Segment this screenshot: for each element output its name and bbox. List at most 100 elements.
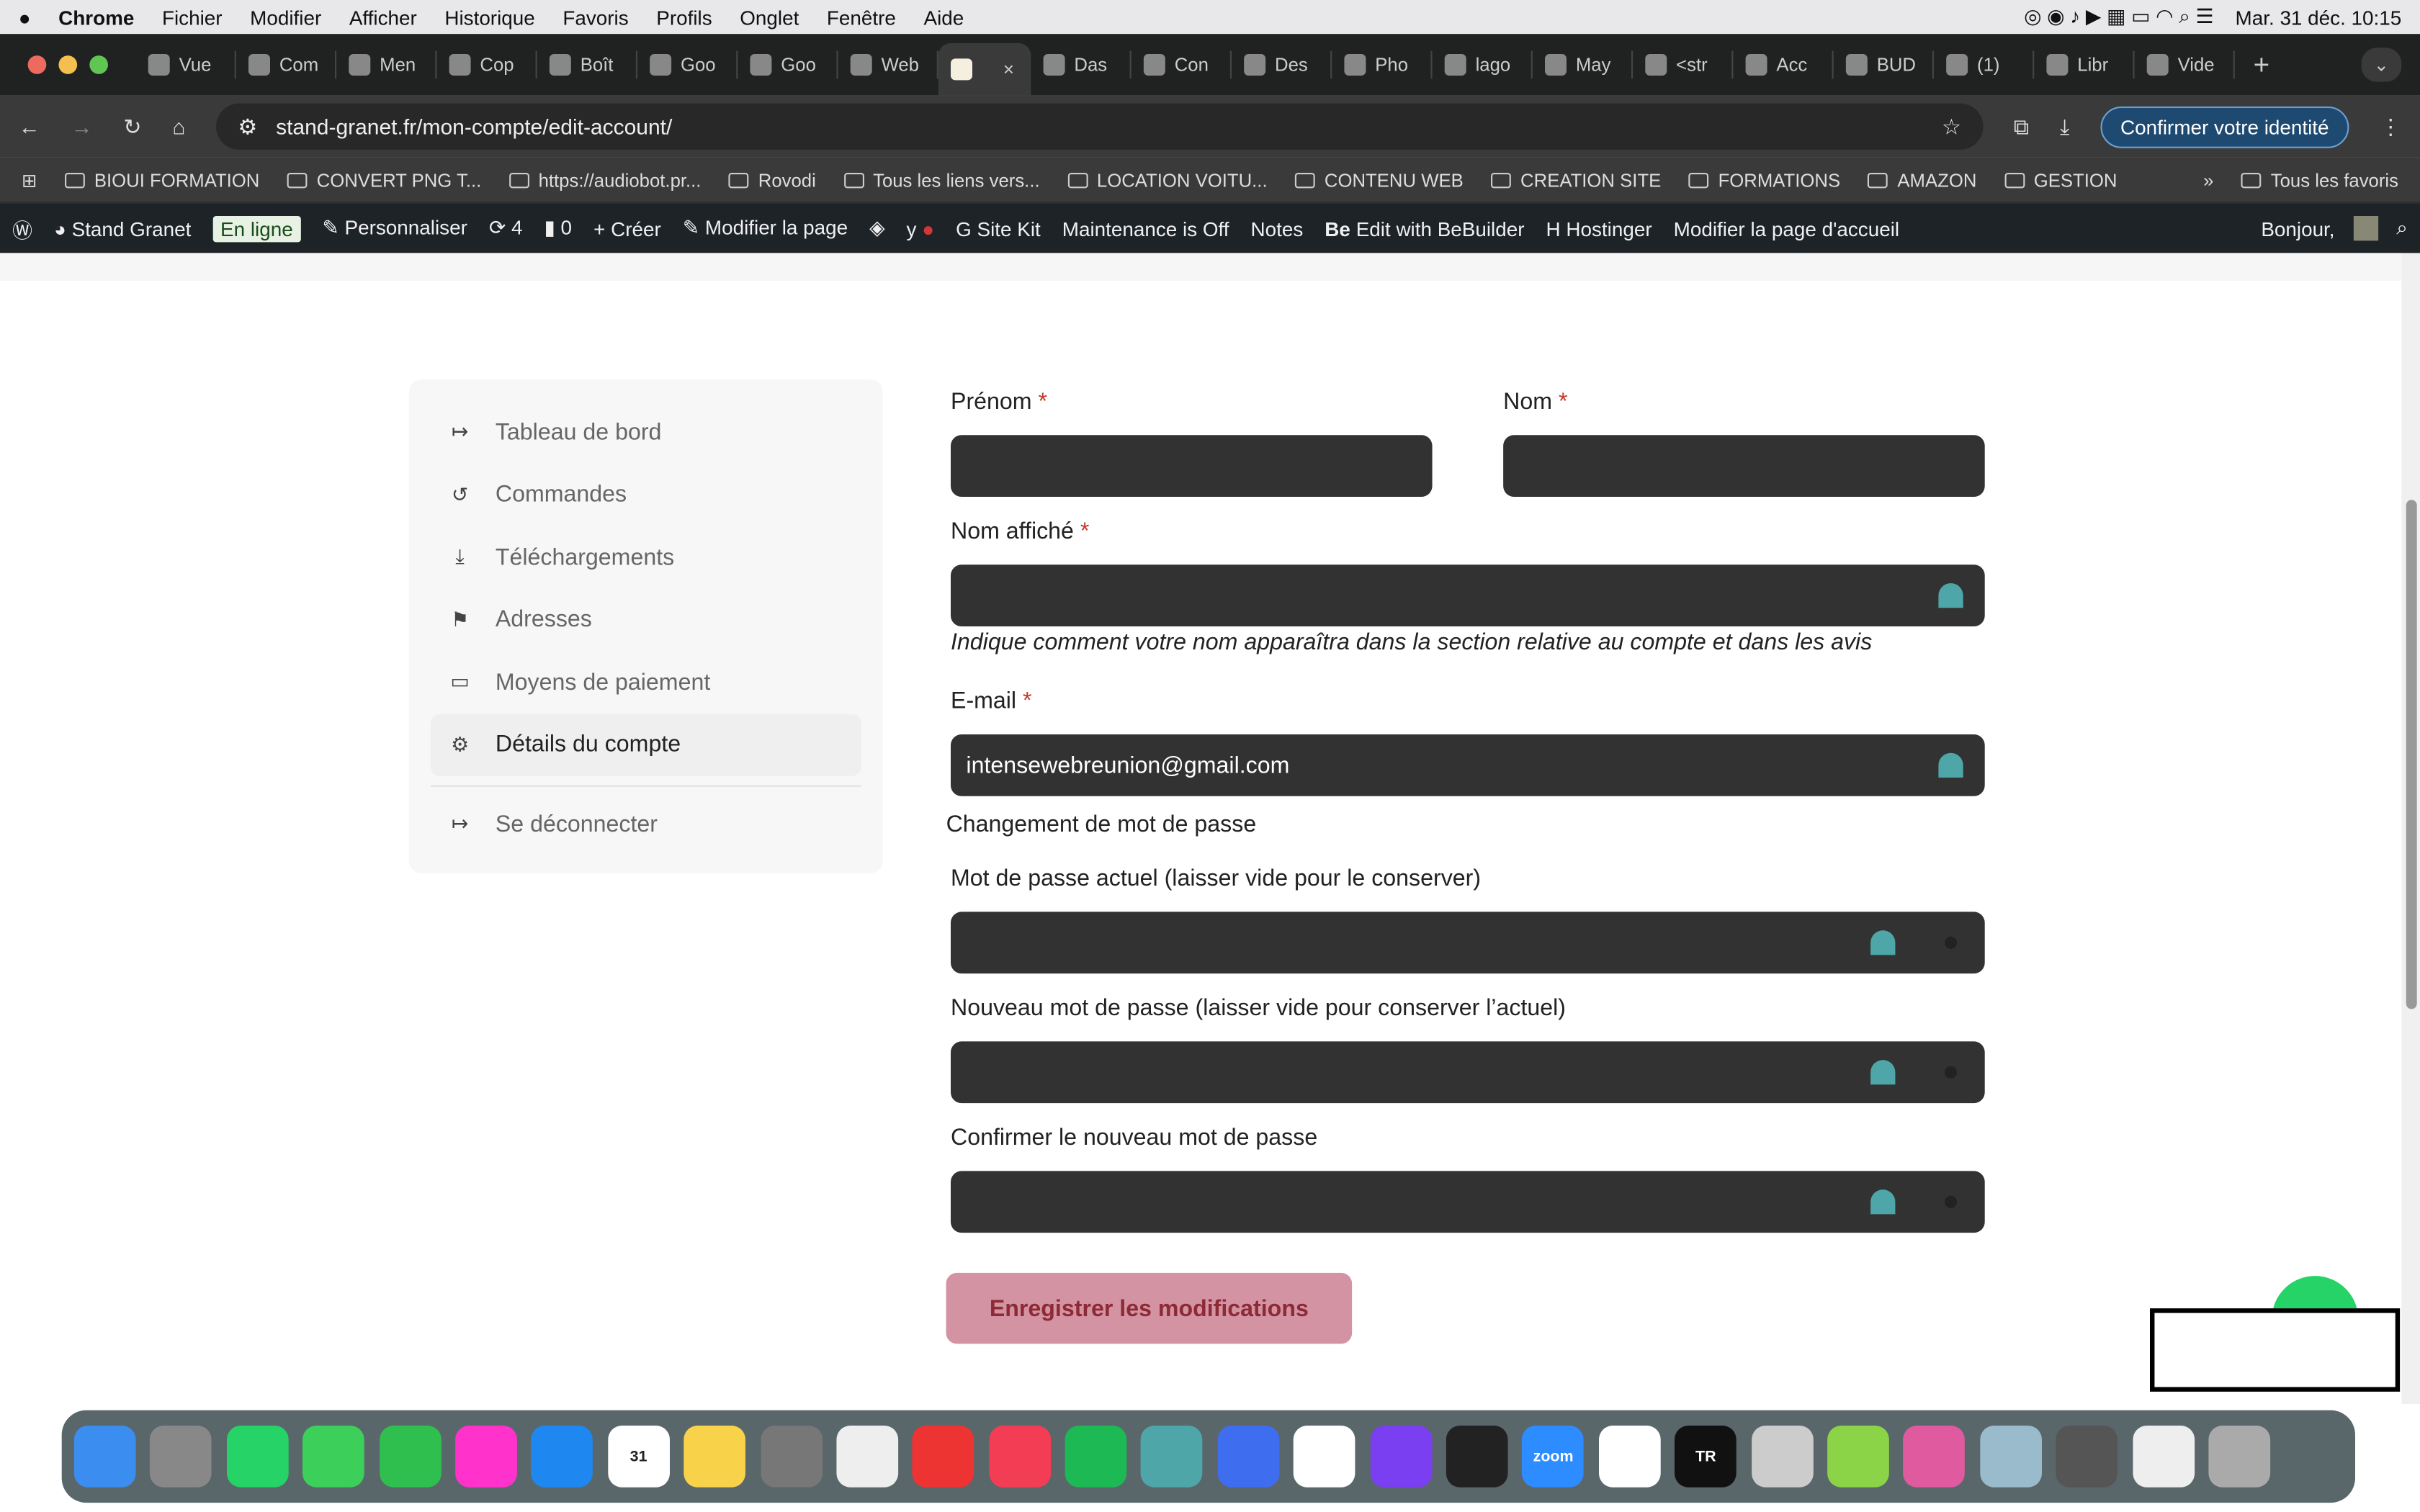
- tab[interactable]: Vide: [2135, 50, 2235, 79]
- dock-app-notes[interactable]: [684, 1425, 746, 1488]
- dock-app-inkscape[interactable]: [1446, 1425, 1508, 1488]
- back-icon[interactable]: ←: [19, 114, 40, 139]
- tab[interactable]: Vue: [136, 50, 236, 79]
- bookmark-star-icon[interactable]: ☆: [1942, 114, 1961, 140]
- reload-icon[interactable]: ↻: [123, 114, 141, 140]
- bookmark-item[interactable]: Tous les liens vers...: [843, 169, 1040, 191]
- nordpass-icon[interactable]: [1870, 1060, 1896, 1085]
- tab[interactable]: BUD: [1834, 50, 1934, 79]
- wp-customize[interactable]: ✎ Personnaliser: [322, 216, 467, 240]
- sidebar-item[interactable]: ↺ Commandes: [431, 464, 861, 526]
- last-name-input[interactable]: [1503, 435, 1985, 497]
- tab[interactable]: Com: [236, 50, 337, 79]
- sidebar-item[interactable]: ▭ Moyens de paiement: [431, 651, 861, 714]
- yoast-icon[interactable]: y ●: [907, 217, 935, 240]
- dock-app-calculette[interactable]: [2056, 1425, 2118, 1488]
- tab[interactable]: Con: [1131, 50, 1232, 79]
- close-window-button[interactable]: [27, 55, 47, 74]
- tab[interactable]: ×: [938, 43, 1031, 96]
- first-name-input[interactable]: [951, 435, 1433, 497]
- wp-maintenance[interactable]: Maintenance is Off: [1062, 217, 1229, 240]
- current-password-input[interactable]: [951, 912, 1985, 974]
- tab[interactable]: Acc: [1733, 50, 1834, 79]
- wp-greeting[interactable]: Bonjour,: [2261, 217, 2334, 240]
- minimize-button[interactable]: [58, 55, 78, 74]
- close-tab-icon[interactable]: ×: [1003, 58, 1014, 80]
- bookmark-item[interactable]: CREATION SITE: [1491, 169, 1661, 191]
- display-name-input[interactable]: [951, 564, 1985, 626]
- bookmark-item[interactable]: CONTENU WEB: [1295, 169, 1464, 191]
- sidebar-item[interactable]: ⚑ Adresses: [431, 589, 861, 652]
- wp-bebuilder[interactable]: Be Edit with BeBuilder: [1325, 217, 1524, 240]
- dock-app-cleanmymac[interactable]: [1903, 1425, 1966, 1488]
- tab-search-chevron-icon[interactable]: ⌄: [2361, 48, 2402, 82]
- save-changes-button[interactable]: Enregistrer les modifications: [946, 1272, 1353, 1344]
- wp-notes[interactable]: Notes: [1251, 217, 1304, 240]
- dock-app-document[interactable]: [2132, 1425, 2195, 1488]
- wp-create[interactable]: + Créer: [593, 217, 661, 240]
- download-icon[interactable]: ⤓: [2060, 114, 2069, 140]
- tab[interactable]: Goo: [738, 50, 838, 79]
- dock-app-photos[interactable]: [455, 1425, 517, 1488]
- tab[interactable]: Cop: [436, 50, 537, 79]
- confirm-password-input[interactable]: [951, 1171, 1985, 1233]
- menu-item[interactable]: Fenêtre: [827, 6, 896, 29]
- dock-app-canva[interactable]: [1370, 1425, 1432, 1488]
- dock-app-spotify[interactable]: [1065, 1425, 1127, 1488]
- tab[interactable]: Des: [1232, 50, 1332, 79]
- dock-app-zoom[interactable]: zoom: [1522, 1425, 1585, 1488]
- menu-item[interactable]: Onglet: [740, 6, 799, 29]
- dock-app-corbeille[interactable]: [2208, 1425, 2271, 1488]
- dock-app-micro[interactable]: [1751, 1425, 1813, 1488]
- new-tab-button[interactable]: +: [2254, 49, 2270, 81]
- extensions-icon[interactable]: ⧉: [2014, 114, 2029, 140]
- tab[interactable]: Boît: [537, 50, 637, 79]
- dock-app-facetime[interactable]: [379, 1425, 441, 1488]
- dock-app-musique[interactable]: [988, 1425, 1051, 1488]
- tab[interactable]: Libr: [2034, 50, 2135, 79]
- wp-sitekit[interactable]: G Site Kit: [956, 217, 1041, 240]
- more-bookmarks-button[interactable]: »: [2203, 169, 2213, 191]
- wp-edit-home[interactable]: Modifier la page d'accueil: [1674, 217, 1899, 240]
- tab[interactable]: (1): [1934, 50, 2035, 79]
- wp-edit-page[interactable]: ✎ Modifier la page: [683, 216, 848, 240]
- apple-icon[interactable]: ●: [19, 6, 31, 29]
- avatar[interactable]: [2353, 216, 2378, 241]
- status-icons[interactable]: ◎ ◉ ♪ ▶ ▦ ▭ ◠ ⌕ ☰: [2024, 4, 2213, 29]
- bookmark-item[interactable]: GESTION: [2004, 169, 2117, 191]
- site-info-icon[interactable]: ⚙: [238, 114, 257, 140]
- nordpass-icon[interactable]: [1870, 1189, 1896, 1215]
- dock-app-app-store[interactable]: [531, 1425, 593, 1488]
- dock-app-messages[interactable]: [302, 1425, 365, 1488]
- menu-item[interactable]: Historique: [444, 6, 534, 29]
- dock-app-31[interactable]: 31: [607, 1425, 670, 1488]
- dock-app-tr[interactable]: TR: [1675, 1425, 1737, 1488]
- sidebar-item[interactable]: ⤓ Téléchargements: [431, 526, 861, 589]
- screenshot-thumbnail[interactable]: [2150, 1308, 2401, 1392]
- more-menu-icon[interactable]: ⋮: [2380, 114, 2401, 140]
- bookmark-item[interactable]: CONVERT PNG T...: [287, 169, 481, 191]
- menu-item[interactable]: Aide: [924, 6, 964, 29]
- new-password-input[interactable]: [951, 1041, 1985, 1104]
- tab[interactable]: lago: [1433, 50, 1533, 79]
- tab[interactable]: May: [1533, 50, 1634, 79]
- menu-item[interactable]: Profils: [656, 6, 712, 29]
- forward-icon[interactable]: →: [71, 114, 93, 139]
- wordpress-logo-icon[interactable]: Ⓦ: [12, 214, 32, 243]
- clock[interactable]: Mar. 31 déc. 10:15: [2236, 6, 2402, 29]
- dock-app-launchpad[interactable]: [150, 1425, 212, 1488]
- menu-item[interactable]: Fichier: [162, 6, 223, 29]
- tab[interactable]: Web: [838, 50, 938, 79]
- url-text[interactable]: stand-granet.fr/mon-compte/edit-account/: [276, 114, 672, 139]
- show-password-icon[interactable]: [1945, 1195, 1958, 1208]
- nordpass-icon[interactable]: [1938, 583, 1963, 608]
- bookmark-item[interactable]: AMAZON: [1868, 169, 1976, 191]
- tab[interactable]: Goo: [637, 50, 738, 79]
- dock-app-finder[interactable]: [73, 1425, 136, 1488]
- address-bar[interactable]: ⚙ stand-granet.fr/mon-compte/edit-account…: [216, 103, 1983, 150]
- bookmark-item[interactable]: FORMATIONS: [1688, 169, 1840, 191]
- show-password-icon[interactable]: [1945, 1066, 1958, 1079]
- tab[interactable]: Pho: [1332, 50, 1433, 79]
- dock-app-capcut[interactable]: [1294, 1425, 1355, 1488]
- bookmark-item[interactable]: LOCATION VOITU...: [1067, 169, 1268, 191]
